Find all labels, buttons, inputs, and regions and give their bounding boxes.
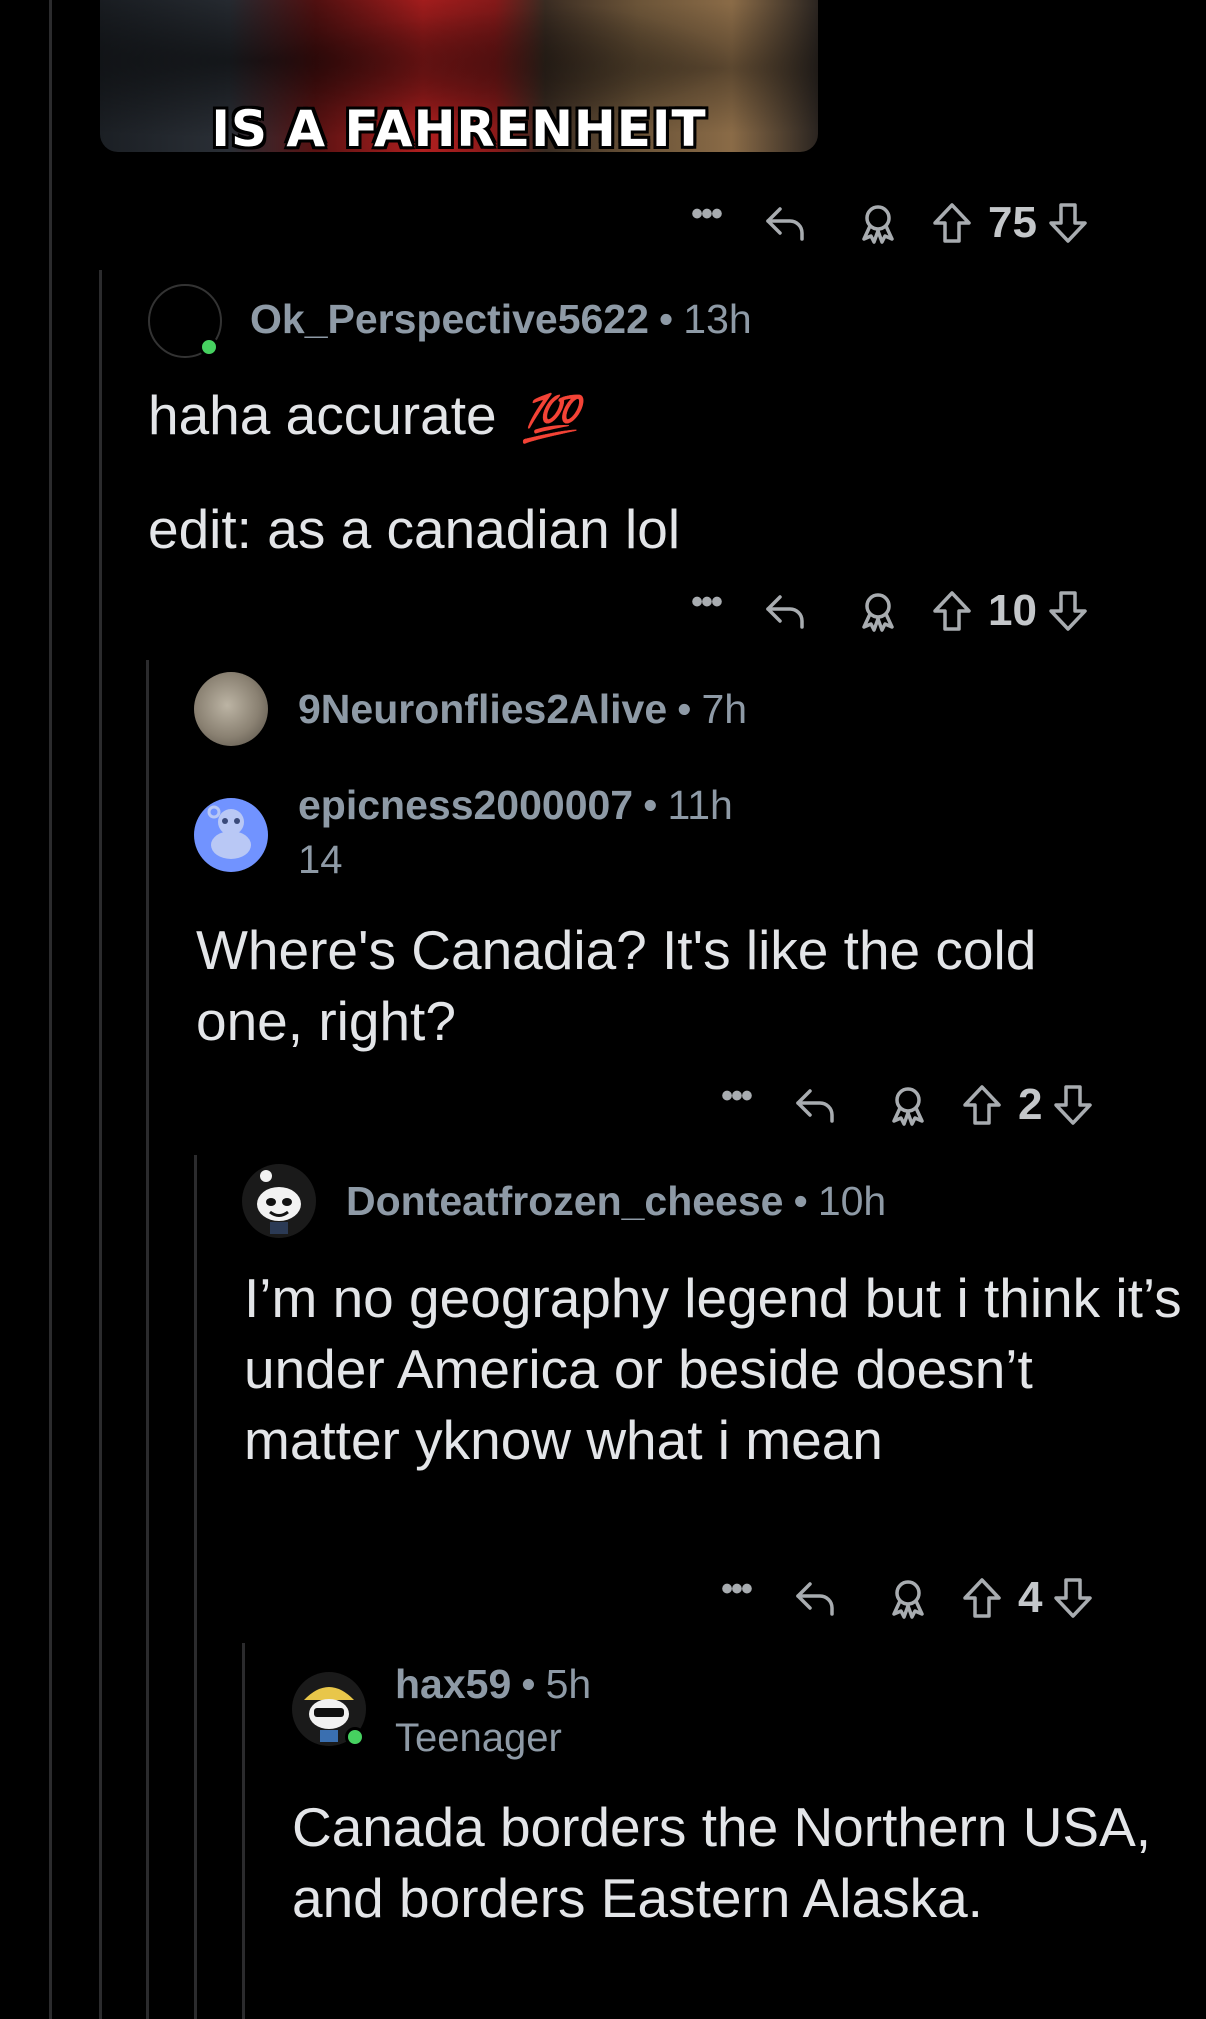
thread-line-level-4[interactable]	[242, 1643, 245, 2019]
more-options-button[interactable]: •••	[676, 585, 736, 619]
award-button[interactable]	[864, 1576, 952, 1620]
upvote-icon	[933, 591, 971, 631]
thread-line-level-3[interactable]	[194, 1155, 197, 2019]
downvote-button[interactable]	[1043, 589, 1093, 633]
vote-count: 2	[1018, 1080, 1043, 1129]
avatar[interactable]	[194, 672, 268, 746]
comment-body: Canada borders the Northern USA, and bor…	[292, 1796, 1152, 1929]
comment-meta: Ok_Perspective5622 • 13h	[250, 296, 752, 343]
downvote-button[interactable]	[1048, 1083, 1098, 1127]
thread-line-root[interactable]	[49, 0, 52, 2019]
upvote-icon	[933, 203, 971, 243]
reply-button[interactable]	[766, 1578, 864, 1618]
thread-line-level-2[interactable]	[146, 660, 149, 2019]
downvote-icon	[1054, 1578, 1093, 1618]
vote-count: 10	[988, 586, 1037, 635]
timestamp: 7h	[701, 686, 748, 732]
reply-button[interactable]	[736, 591, 834, 631]
hundred-points-emoji: 💯	[521, 392, 580, 444]
reply-button[interactable]	[766, 1085, 864, 1125]
award-button[interactable]	[834, 589, 922, 633]
comment-meta: epicness2000007 • 11h	[298, 782, 733, 829]
more-options-button[interactable]: •••	[676, 197, 736, 231]
award-button[interactable]	[834, 201, 922, 245]
award-icon	[892, 1580, 924, 1619]
upvote-icon	[963, 1085, 1001, 1125]
reply-icon	[796, 1582, 834, 1616]
upvote-button[interactable]	[952, 1576, 1012, 1620]
username[interactable]: Ok_Perspective5622	[250, 296, 649, 342]
user-flair: 14	[298, 838, 343, 882]
downvote-button[interactable]	[1043, 201, 1093, 245]
downvote-button[interactable]	[1048, 1576, 1098, 1620]
downvote-icon	[1049, 591, 1087, 631]
reply-button[interactable]	[736, 203, 834, 243]
separator: •	[643, 782, 658, 828]
upvote-button[interactable]	[922, 589, 982, 633]
meme-image[interactable]: IS A FAHRENHEIT	[100, 0, 818, 152]
username[interactable]: 9Neuronflies2Alive	[298, 686, 667, 732]
more-options-button[interactable]: •••	[706, 1079, 766, 1113]
username[interactable]: Donteatfrozen_cheese	[346, 1178, 783, 1224]
avatar[interactable]	[242, 1164, 316, 1238]
upvote-button[interactable]	[922, 201, 982, 245]
vote-count: 4	[1018, 1573, 1043, 1622]
award-icon	[862, 593, 894, 632]
comment-body-line: haha accurate 💯	[148, 380, 579, 454]
downvote-icon	[1049, 203, 1087, 243]
separator: •	[658, 296, 674, 342]
upvote-icon	[963, 1578, 1001, 1618]
award-icon	[862, 205, 894, 244]
comment-text: haha accurate	[148, 384, 497, 446]
comment-meta: Donteatfrozen_cheese • 10h	[346, 1178, 886, 1225]
timestamp: 5h	[545, 1661, 592, 1707]
username[interactable]: epicness2000007	[298, 782, 633, 828]
comment-actions: ••• 2	[706, 1079, 1098, 1130]
comment-body: Where's Canadia? It's like the cold one,…	[196, 919, 1037, 1052]
reply-icon	[766, 595, 804, 629]
comment-body: I’m no geography legend but i think it’s…	[244, 1267, 1182, 1471]
award-button[interactable]	[864, 1083, 952, 1127]
award-icon	[892, 1087, 924, 1126]
vote-count: 75	[988, 198, 1037, 247]
reply-icon	[796, 1089, 834, 1123]
timestamp: 13h	[683, 296, 752, 342]
separator: •	[677, 686, 692, 732]
timestamp: 11h	[667, 782, 733, 828]
avatar[interactable]	[194, 798, 268, 872]
downvote-icon	[1054, 1085, 1093, 1125]
reply-icon	[766, 207, 804, 241]
comment-meta: hax59 • 5h	[395, 1661, 591, 1708]
username[interactable]: hax59	[395, 1661, 511, 1707]
upvote-button[interactable]	[952, 1083, 1012, 1127]
online-indicator	[345, 1727, 365, 1747]
comment-actions: ••• 4	[706, 1572, 1098, 1623]
comment-actions: ••• 10	[676, 585, 1093, 636]
snoo-icon	[207, 805, 251, 859]
meme-caption: IS A FAHRENHEIT	[211, 100, 707, 152]
comment-actions: ••• 75	[676, 197, 1093, 248]
snoo-icon	[257, 1170, 301, 1234]
timestamp: 10h	[817, 1178, 887, 1224]
comment-body-line: edit: as a canadian lol	[148, 498, 681, 560]
separator: •	[793, 1178, 808, 1224]
more-options-button[interactable]: •••	[706, 1572, 766, 1606]
user-flair: Teenager	[395, 1716, 562, 1760]
separator: •	[521, 1661, 536, 1707]
online-indicator	[199, 337, 219, 357]
comment-meta: 9Neuronflies2Alive • 7h	[298, 686, 747, 733]
thread-line-level-1[interactable]	[99, 270, 102, 2019]
